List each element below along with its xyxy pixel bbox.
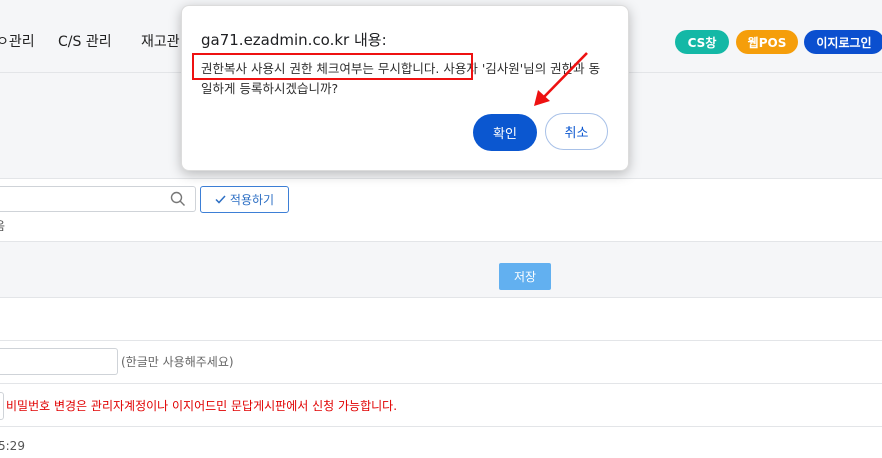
nav-item-cs-management[interactable]: C/S 관리 xyxy=(58,31,112,51)
cancel-button[interactable]: 취소 xyxy=(545,113,608,150)
divider xyxy=(0,340,882,341)
nav-item-management[interactable]: ㅇ관리 xyxy=(0,31,35,51)
web-pos-button[interactable]: 웹POS xyxy=(736,30,798,54)
cs-window-button[interactable]: CS창 xyxy=(675,30,729,54)
easy-login-button[interactable]: 이지로그인 xyxy=(804,30,882,54)
ok-button[interactable]: 확인 xyxy=(473,114,537,151)
name-input[interactable] xyxy=(0,348,118,375)
apply-button-label: 적용하기 xyxy=(229,193,275,207)
name-hint: (한글만 사용해주세요) xyxy=(121,355,234,369)
divider xyxy=(0,178,882,179)
check-icon xyxy=(215,195,226,204)
save-button[interactable]: 저장 xyxy=(499,263,551,290)
change-password-button[interactable] xyxy=(0,392,4,420)
divider xyxy=(0,383,882,384)
partial-text: 음 xyxy=(0,217,5,234)
search-input[interactable] xyxy=(0,186,196,212)
divider xyxy=(0,426,882,427)
dialog-title: ga71.ezadmin.co.kr 내용: xyxy=(201,31,387,49)
annotation-arrow-icon xyxy=(534,52,588,106)
nav-item-inventory[interactable]: 재고관 xyxy=(141,31,180,51)
apply-button[interactable]: 적용하기 xyxy=(200,186,289,213)
password-notice: 비밀번호 변경은 관리자계정이나 이지어드민 문답게시판에서 신청 가능합니다. xyxy=(6,399,398,413)
divider xyxy=(0,297,882,298)
search-icon[interactable] xyxy=(170,191,186,207)
annotation-highlight-box xyxy=(192,53,473,80)
save-section xyxy=(0,242,882,297)
timestamp: 5:29 xyxy=(0,439,25,453)
